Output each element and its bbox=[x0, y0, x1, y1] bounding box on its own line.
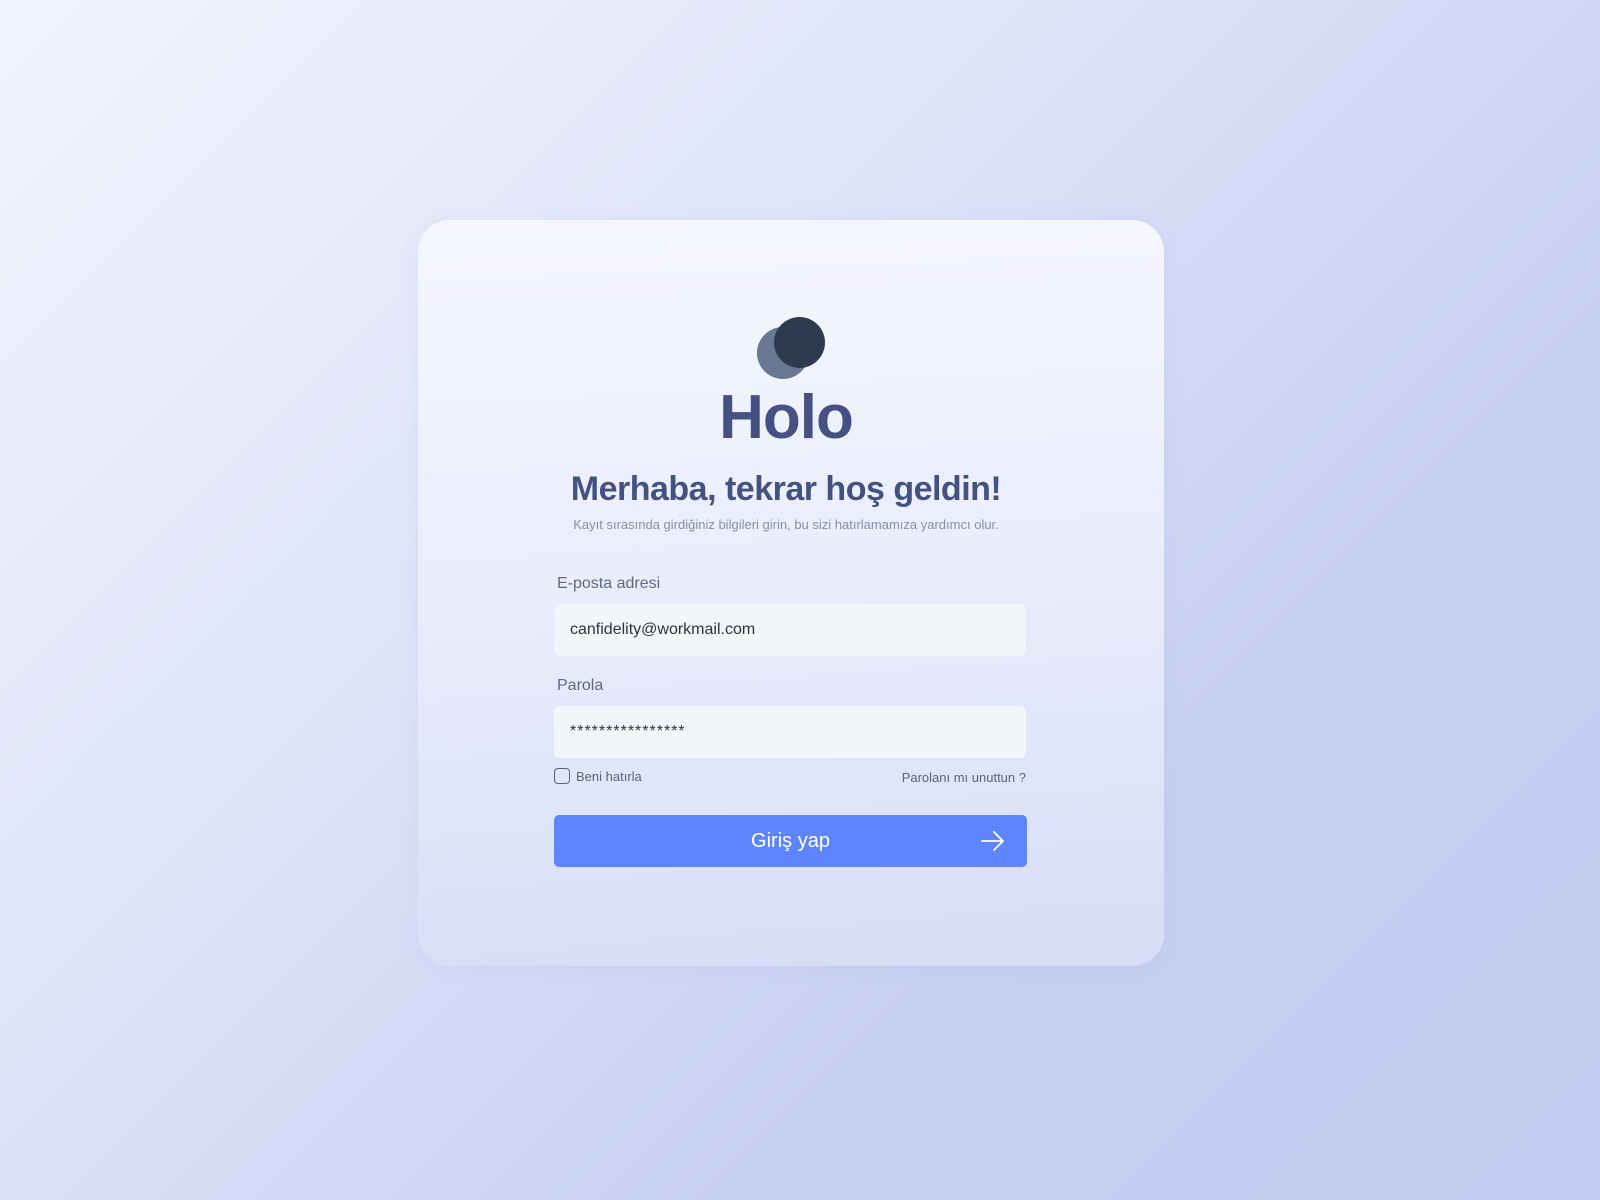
forgot-password-link[interactable]: Parolanı mı unuttun ? bbox=[902, 770, 1026, 785]
email-field[interactable] bbox=[554, 604, 1026, 656]
brand-name: Holo bbox=[719, 383, 854, 452]
page-title: Merhaba, tekrar hoş geldin! bbox=[570, 470, 1002, 508]
page-subtitle: Kayıt sırasında girdiğiniz bilgileri gir… bbox=[573, 517, 999, 532]
arrow-right-icon bbox=[981, 831, 1004, 851]
login-card: Holo Merhaba, tekrar hoş geldin! Kayıt s… bbox=[418, 220, 1164, 966]
login-button-label: Giriş yap bbox=[751, 829, 830, 852]
email-label: E-posta adresi bbox=[557, 575, 661, 592]
logo-icon bbox=[757, 317, 827, 379]
password-label: Parola bbox=[557, 677, 604, 694]
remember-checkbox[interactable] bbox=[554, 768, 570, 784]
login-button[interactable]: Giriş yap bbox=[554, 815, 1027, 867]
remember-me[interactable]: Beni hatırla bbox=[554, 768, 642, 784]
logo-circle-dark bbox=[774, 317, 825, 368]
remember-label: Beni hatırla bbox=[576, 768, 642, 784]
password-field[interactable] bbox=[554, 706, 1026, 758]
